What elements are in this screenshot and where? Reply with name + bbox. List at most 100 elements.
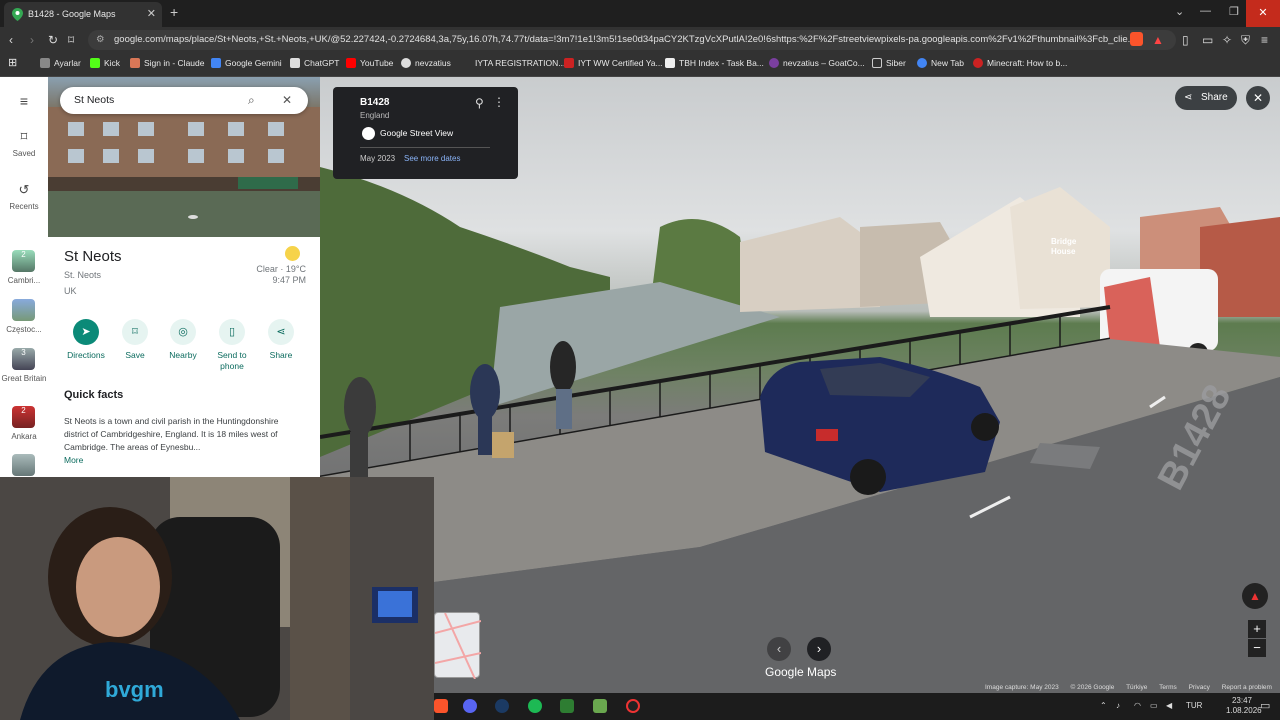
forward-icon[interactable]: › xyxy=(30,33,34,47)
place-country: UK xyxy=(64,286,77,296)
phone-icon: ▯ xyxy=(219,319,245,345)
bookmark-item[interactable]: nevzatius – GoatCo... xyxy=(769,58,865,68)
minimize-icon[interactable]: — xyxy=(1200,5,1211,17)
bookmark-folder[interactable]: Siber xyxy=(872,58,906,68)
card-divider xyxy=(360,147,490,148)
history-icon: ↺ xyxy=(18,182,30,197)
webcam-video-frame: bvgm xyxy=(0,477,434,720)
minecraft-launcher-taskbar-icon[interactable] xyxy=(593,699,607,713)
brave-shields-icon[interactable] xyxy=(1130,32,1143,46)
menu-icon[interactable]: ≡ xyxy=(1261,33,1268,47)
save-button[interactable]: ⌑ Save xyxy=(111,319,159,360)
bookmark-icon[interactable]: ⌑ xyxy=(68,33,74,47)
sidebar-icon[interactable]: ▯ xyxy=(1182,33,1189,47)
previous-image-icon[interactable]: ‹ xyxy=(767,637,791,661)
place-thumbnail xyxy=(12,454,35,476)
see-more-dates-link[interactable]: See more dates xyxy=(404,154,460,163)
search-icon[interactable]: ⌕ xyxy=(248,87,255,114)
share-street-view-button[interactable]: ⋖ Share xyxy=(1175,86,1237,110)
close-street-view-button[interactable]: ✕ xyxy=(1246,86,1270,110)
tray-overflow-icon[interactable]: ⌃ xyxy=(1100,701,1107,710)
bookmark-outline-icon: ⌑ xyxy=(20,129,28,144)
site-info-icon[interactable]: ⚙ xyxy=(96,30,105,50)
clear-search-icon[interactable]: ✕ xyxy=(282,87,292,114)
recent-place-item[interactable]: 3 Great Britain xyxy=(0,348,48,394)
apps-grid-icon[interactable]: ⊞ xyxy=(8,56,17,69)
tab-search-icon[interactable]: ⌄ xyxy=(1175,5,1184,18)
search-input[interactable]: St Neots ⌕ ✕ xyxy=(60,87,308,114)
google-maps-favicon-icon xyxy=(12,8,23,21)
restore-icon[interactable]: ❐ xyxy=(1229,5,1239,18)
volume-icon[interactable]: ◀ xyxy=(1166,701,1172,710)
hamburger-menu-icon[interactable]: ≡ xyxy=(0,93,48,109)
bookmark-favicon-icon xyxy=(665,58,675,68)
leo-ai-icon[interactable]: ✧ xyxy=(1222,33,1232,47)
send-to-phone-button[interactable]: ▯ Send to phone xyxy=(208,319,256,372)
more-link[interactable]: More xyxy=(64,455,83,465)
bookmark-item[interactable]: Kick xyxy=(90,58,120,68)
more-options-icon[interactable]: ⋮ xyxy=(493,95,505,109)
bookmark-item[interactable]: IYTA REGISTRATION... xyxy=(475,58,565,68)
zoom-out-button[interactable]: − xyxy=(1248,639,1266,657)
recent-place-item[interactable]: 2 Ankara xyxy=(0,406,48,444)
compass-icon[interactable]: ▲ xyxy=(1242,583,1268,609)
language-indicator[interactable]: TUR xyxy=(1186,701,1202,710)
wallet-icon[interactable]: ▭ xyxy=(1202,33,1213,47)
bookmarks-bar: ⊞ Ayarlar Kick Sign in - Claude Google G… xyxy=(0,53,1280,77)
brave-rewards-icon[interactable]: ▲ xyxy=(1152,33,1164,47)
close-window-icon[interactable]: ✕ xyxy=(1246,0,1280,27)
recent-place-item[interactable]: Częstoc... xyxy=(0,299,48,337)
bookmark-item[interactable]: IYT WW Certified Ya... xyxy=(564,58,663,68)
zoom-in-button[interactable]: + xyxy=(1248,620,1266,638)
bookmark-favicon-icon xyxy=(40,58,50,68)
bookmark-item[interactable]: Minecraft: How to b... xyxy=(973,58,1067,68)
vpn-shield-icon[interactable]: ⛨ xyxy=(1241,33,1250,48)
spotify-taskbar-icon[interactable] xyxy=(528,699,542,713)
street-view-footer: Image capture: May 2023 © 2026 Google Tü… xyxy=(985,684,1272,691)
saved-button[interactable]: ⌑ Saved xyxy=(0,129,48,158)
saved-label: Saved xyxy=(12,149,36,158)
discord-taskbar-icon[interactable] xyxy=(463,699,477,713)
bookmark-item[interactable]: Ayarlar xyxy=(40,58,81,68)
tab-close-icon[interactable]: ✕ xyxy=(147,7,156,20)
next-image-icon[interactable]: › xyxy=(807,637,831,661)
windows-taskbar: ⌃ ♪ ◠ ▭ ◀ TUR 23:47 1.08.2026 ▭ xyxy=(434,693,1280,720)
notifications-icon[interactable]: ▭ xyxy=(1260,699,1270,712)
share-icon: ⋖ xyxy=(1184,92,1193,103)
bookmark-item[interactable]: Google Gemini xyxy=(211,58,282,68)
microphone-icon[interactable]: ♪ xyxy=(1116,701,1120,710)
bookmark-favicon-icon xyxy=(401,58,411,68)
share-button[interactable]: ⋖ Share xyxy=(257,319,305,360)
folder-icon xyxy=(872,58,882,68)
nearby-button[interactable]: ◎ Nearby xyxy=(159,319,207,360)
url-field[interactable]: ⚙ google.com/maps/place/St+Neots,+St.+Ne… xyxy=(88,30,1176,50)
obs-taskbar-icon[interactable] xyxy=(626,699,640,713)
minecraft-taskbar-icon[interactable] xyxy=(560,699,574,713)
wifi-icon[interactable]: ◠ xyxy=(1134,701,1141,710)
bookmark-item[interactable]: Sign in - Claude xyxy=(130,58,204,68)
place-subtitle: St. Neots xyxy=(64,270,102,280)
clock[interactable]: 23:47 1.08.2026 xyxy=(1226,696,1262,716)
bookmark-item[interactable]: nevzatius xyxy=(401,58,451,68)
recent-place-item[interactable] xyxy=(0,454,48,476)
location-pin-icon[interactable]: ⚲ xyxy=(475,96,484,110)
mini-map-thumbnail[interactable] xyxy=(434,612,482,680)
directions-button[interactable]: ➤ Directions xyxy=(62,319,110,360)
bookmark-item[interactable]: New Tab xyxy=(917,58,964,68)
back-icon[interactable]: ‹ xyxy=(9,33,13,47)
google-maps-logo: Google Maps xyxy=(765,665,837,679)
bookmark-item[interactable]: TBH Index - Task Ba... xyxy=(665,58,764,68)
reload-icon[interactable]: ↻ xyxy=(48,33,58,47)
new-tab-icon[interactable]: + xyxy=(170,4,178,20)
bookmark-item[interactable]: YouTube xyxy=(346,58,393,68)
bookmark-favicon-icon xyxy=(917,58,927,68)
brave-taskbar-icon[interactable] xyxy=(434,699,448,713)
browser-tab[interactable]: B1428 - Google Maps ✕ xyxy=(4,2,162,27)
address-bar-row: ‹ › ↻ ⌑ ⚙ google.com/maps/place/St+Neots… xyxy=(0,27,1280,53)
recent-place-item[interactable]: 2 Cambri... xyxy=(0,250,48,288)
quick-facts-text: St Neots is a town and civil parish in t… xyxy=(64,416,279,452)
bookmark-item[interactable]: ChatGPT xyxy=(290,58,339,68)
battery-icon[interactable]: ▭ xyxy=(1150,701,1158,710)
recents-button[interactable]: ↺ Recents xyxy=(0,182,48,211)
steam-taskbar-icon[interactable] xyxy=(495,699,509,713)
